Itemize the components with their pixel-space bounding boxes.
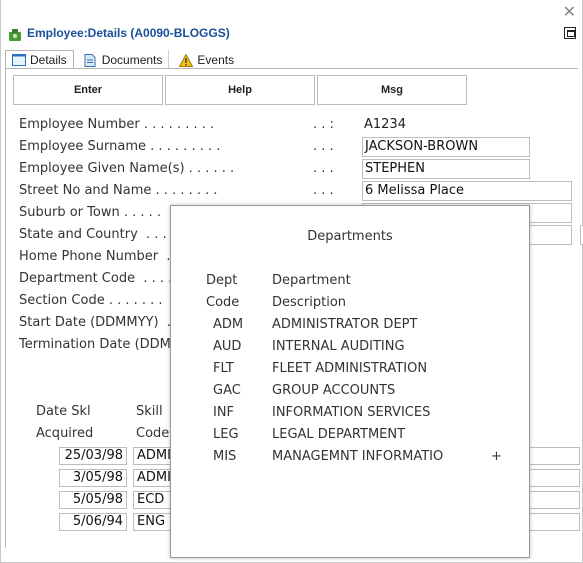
surname-label: Employee Surname . . . . . . . . . — [19, 139, 221, 154]
skill-date-cell[interactable]: 3/05/98 — [59, 469, 127, 487]
dept-row-code[interactable]: MIS — [213, 449, 236, 464]
skill-code-header-2: Code — [136, 426, 170, 441]
dept-row-code[interactable]: AUD — [213, 339, 241, 354]
dept-row-description[interactable]: INFORMATION SERVICES — [272, 405, 430, 420]
street-separator: . . . — [313, 183, 334, 198]
dept-row-description[interactable]: INTERNAL AUDITING — [272, 339, 405, 354]
skill-date-cell[interactable]: 5/05/98 — [59, 491, 127, 509]
state-country-label: State and Country . . . — [19, 227, 167, 242]
document-icon — [84, 53, 98, 67]
street-label: Street No and Name . . . . . . . . — [19, 183, 218, 198]
skill-date-cell[interactable]: 5/06/94 — [59, 513, 127, 531]
employee-details-window: ✕ Employee:Details (A0090-BLOGGS) Detail… — [0, 0, 583, 563]
dept-row-code[interactable]: GAC — [213, 383, 241, 398]
tab-events[interactable]: Events — [173, 50, 240, 69]
tab-details[interactable]: Details — [5, 50, 74, 69]
given-names-separator: . . . — [313, 161, 334, 176]
department-code-label: Department Code . . . . — [19, 271, 173, 286]
skill-extra-cell[interactable] — [527, 469, 580, 487]
dept-row-description[interactable]: ADMINISTRATOR DEPT — [272, 317, 417, 332]
employee-number-value: A1234 — [364, 117, 406, 132]
skill-extra-cell[interactable] — [527, 491, 580, 509]
tab-divider — [5, 68, 578, 69]
surname-separator: . . . — [313, 139, 334, 154]
termination-date-label: Termination Date (DDM — [19, 337, 171, 352]
dept-row-code[interactable]: ADM — [213, 317, 243, 332]
tab-label: Documents — [101, 52, 163, 67]
tab-label: Events — [197, 52, 235, 67]
dept-row-code[interactable]: LEG — [213, 427, 239, 442]
more-rows-indicator[interactable]: + — [491, 449, 502, 464]
window-title: Employee:Details (A0090-BLOGGS) — [27, 26, 230, 40]
given-names-field[interactable]: STEPHEN — [362, 159, 530, 179]
skill-extra-cell[interactable] — [527, 447, 580, 465]
departments-lookup-popup[interactable]: Departments Dept Code Department Descrip… — [170, 205, 530, 558]
suburb-label: Suburb or Town . . . . . — [19, 205, 162, 220]
dept-row-code[interactable]: INF — [213, 405, 234, 420]
street-field[interactable]: 6 Melissa Place — [362, 181, 572, 201]
skill-date-header-2: Acquired — [36, 426, 94, 441]
start-date-label: Start Date (DDMMYY) . — [19, 315, 171, 330]
details-icon — [12, 53, 26, 66]
skill-code-header: Skill — [136, 404, 163, 419]
skill-extra-cell[interactable] — [527, 513, 580, 531]
skill-date-header: Date Skl — [36, 404, 91, 419]
warning-icon — [179, 52, 194, 67]
dept-row-description[interactable]: LEGAL DEPARTMENT — [272, 427, 405, 442]
restore-window-icon[interactable] — [564, 27, 576, 39]
skill-date-cell[interactable]: 25/03/98 — [59, 447, 127, 465]
dept-code-header: Dept — [206, 273, 238, 288]
panel-left-border — [5, 68, 6, 548]
dept-code-header-2: Code — [206, 295, 240, 310]
enter-button[interactable]: Enter — [13, 75, 163, 105]
dept-row-code[interactable]: FLT — [213, 361, 234, 376]
given-names-label: Employee Given Name(s) . . . . . . — [19, 161, 235, 176]
dept-desc-header: Department — [272, 273, 351, 288]
surname-field[interactable]: JACKSON-BROWN — [362, 137, 530, 157]
employee-app-icon — [9, 29, 21, 41]
popup-title: Departments — [307, 229, 393, 244]
phone-label: Home Phone Number . — [19, 249, 171, 264]
employee-number-separator: . . : — [313, 117, 334, 132]
tab-bar: Details Documents Events — [5, 50, 244, 69]
tab-documents[interactable]: Documents — [78, 50, 170, 69]
close-icon[interactable]: ✕ — [563, 4, 576, 20]
dept-row-description[interactable]: MANAGEMNT INFORMATIO — [272, 449, 443, 464]
dept-row-description[interactable]: GROUP ACCOUNTS — [272, 383, 395, 398]
msg-button[interactable]: Msg — [317, 75, 467, 105]
tab-label: Details — [30, 52, 67, 67]
dept-desc-header-2: Description — [272, 295, 347, 310]
dept-row-description[interactable]: FLEET ADMINISTRATION — [272, 361, 427, 376]
employee-number-label: Employee Number . . . . . . . . . — [19, 117, 215, 132]
help-button[interactable]: Help — [165, 75, 315, 105]
section-code-label: Section Code . . . . . . . — [19, 293, 163, 308]
